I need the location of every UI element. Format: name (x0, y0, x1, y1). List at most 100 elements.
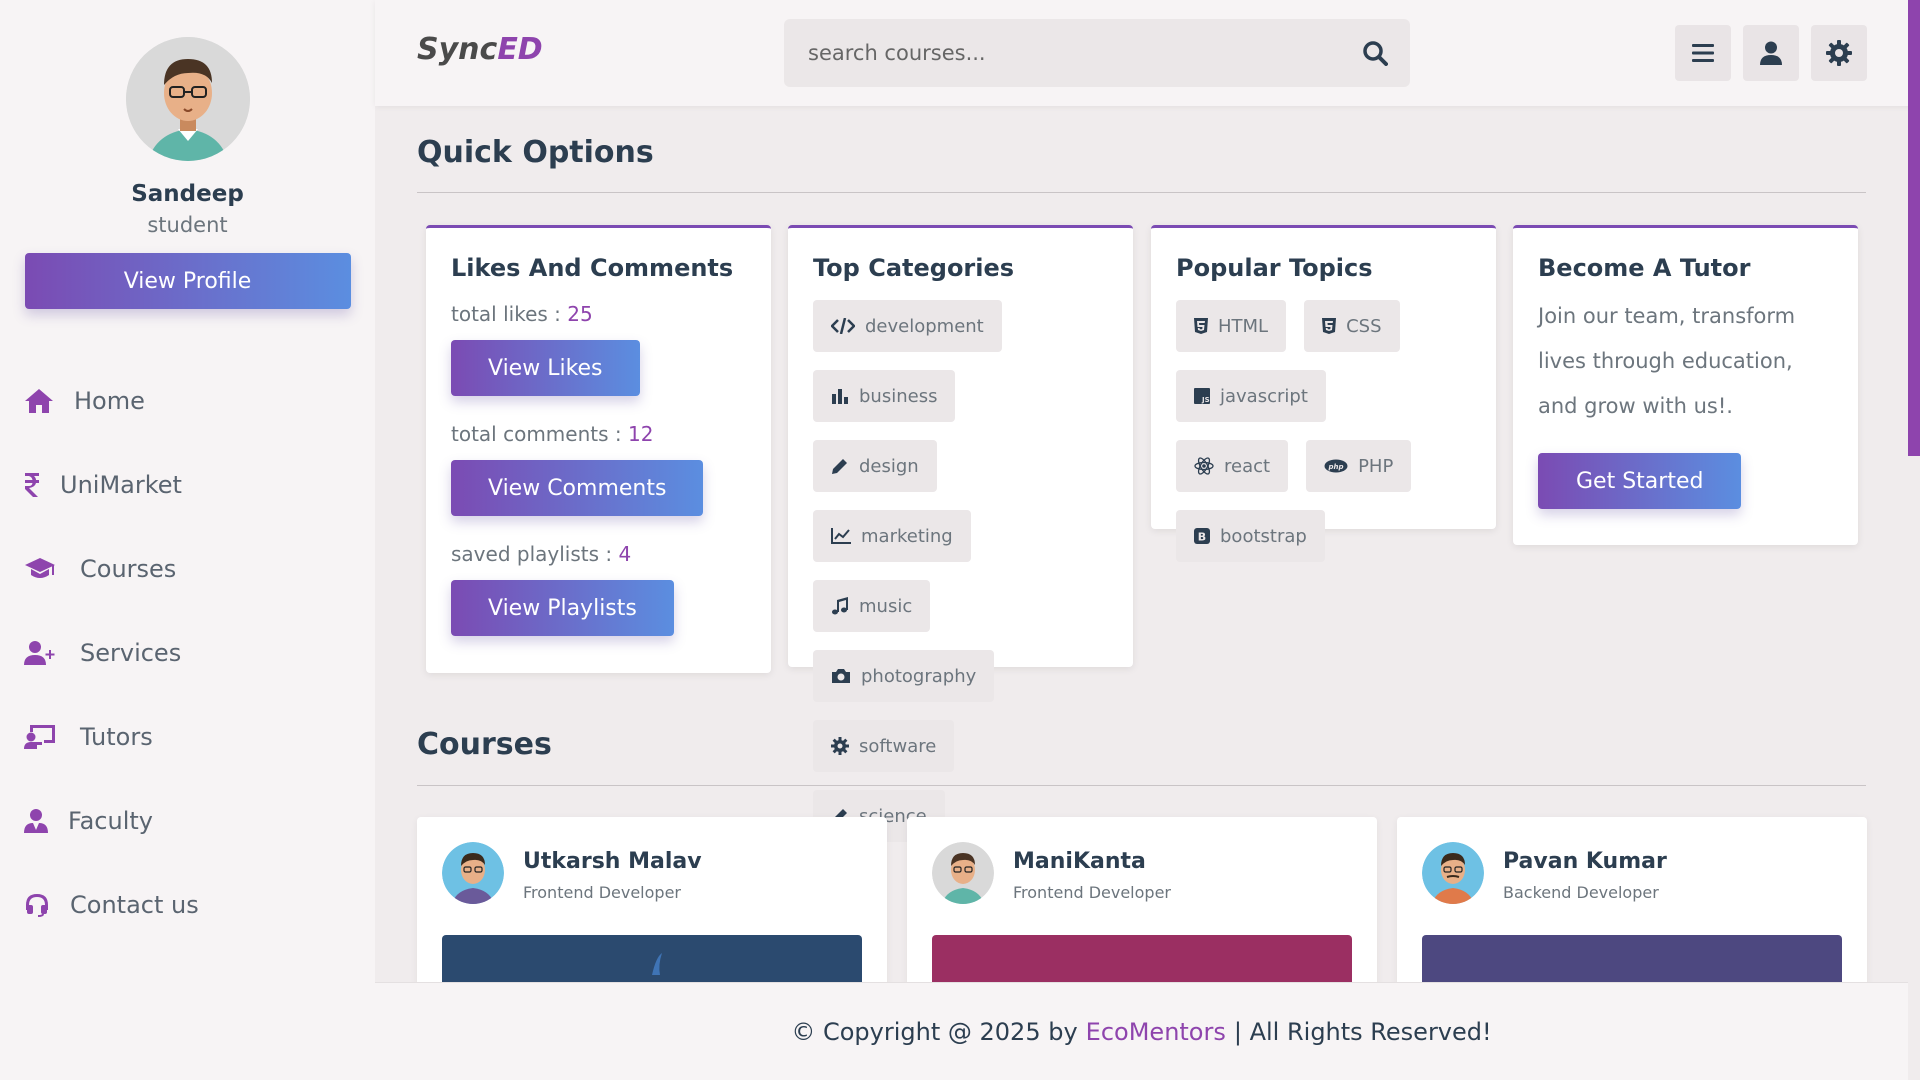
category-development[interactable]: development (813, 300, 1002, 352)
category-tags: development business design marketing mu… (813, 300, 1108, 860)
get-started-button[interactable]: Get Started (1538, 453, 1742, 509)
tutor-name: ManiKanta (1013, 849, 1146, 874)
sidebar-item-label: Courses (80, 555, 177, 583)
tutor-avatar (442, 842, 504, 904)
sidebar-item-label: Faculty (68, 807, 153, 835)
pencil-icon (832, 459, 847, 474)
sidebar-item-services[interactable]: Services (24, 611, 375, 695)
search-icon (1363, 41, 1388, 66)
sidebar-item-contact[interactable]: Contact us (24, 863, 375, 947)
footer-copyright: © Copyright @ 2025 by (791, 1017, 1078, 1046)
view-playlists-button[interactable]: View Playlists (451, 580, 674, 636)
comments-stat: total comments : 12 (451, 422, 654, 446)
chart-bar-icon (832, 389, 848, 404)
tutor-name: Pavan Kumar (1503, 849, 1667, 874)
section-divider (417, 785, 1866, 786)
user-icon (1760, 41, 1782, 65)
user-button[interactable] (1743, 25, 1799, 81)
likes-comments-card: Likes And Comments total likes : 25 View… (426, 225, 771, 673)
topic-css[interactable]: CSS (1304, 300, 1400, 352)
view-profile-button[interactable]: View Profile (24, 253, 351, 309)
card-title: Popular Topics (1176, 254, 1373, 282)
sidebar-item-label: Tutors (80, 723, 153, 751)
topic-tags: HTML CSS JS javascript react php PHP B b… (1176, 300, 1471, 580)
settings-button[interactable] (1811, 25, 1867, 81)
tutor-description: Join our team, transform lives through e… (1538, 304, 1796, 418)
category-marketing[interactable]: marketing (813, 510, 971, 562)
likes-stat: total likes : 25 (451, 302, 593, 326)
headset-icon (24, 890, 56, 920)
menu-button[interactable] (1675, 25, 1731, 81)
bootstrap-icon: B (1194, 528, 1210, 544)
sidebar-item-tutors[interactable]: Tutors (24, 695, 375, 779)
php-icon: php (1324, 459, 1348, 473)
sidebar-item-home[interactable]: Home (24, 359, 375, 443)
sidebar-nav: Home UniMarket Courses Services Tutors F… (0, 359, 375, 947)
playlists-stat: saved playlists : 4 (451, 542, 632, 566)
javascript-icon: JS (1194, 388, 1210, 404)
card-title: Become A Tutor (1538, 254, 1751, 282)
category-music[interactable]: music (813, 580, 931, 632)
category-design[interactable]: design (813, 440, 937, 492)
user-plus-icon (24, 638, 66, 668)
sidebar-item-label: Services (80, 639, 182, 667)
user-tie-icon (24, 806, 54, 836)
sidebar-item-courses[interactable]: Courses (24, 527, 375, 611)
quick-options-title: Quick Options (417, 135, 654, 170)
footer-rights: | All Rights Reserved! (1233, 1017, 1492, 1046)
tutor-role: Backend Developer (1503, 883, 1659, 902)
tutor-avatar (1422, 842, 1484, 904)
card-title: Likes And Comments (451, 254, 734, 282)
sidebar-item-label: Home (74, 387, 145, 415)
camera-icon (832, 669, 850, 683)
topic-php[interactable]: php PHP (1306, 440, 1412, 492)
courses-title: Courses (417, 727, 552, 762)
graduation-cap-icon (24, 554, 66, 584)
search-bar (784, 19, 1410, 87)
scrollbar-thumb[interactable] (1908, 0, 1920, 456)
sidebar: Sandeep student View Profile Home UniMar… (0, 0, 375, 1080)
top-categories-card: Top Categories development business desi… (788, 225, 1133, 842)
footer-brand-link[interactable]: EcoMentors (1086, 1018, 1226, 1046)
html5-icon (1194, 318, 1208, 334)
tutor-role: Frontend Developer (1013, 883, 1171, 902)
category-software[interactable]: software (813, 720, 955, 772)
css3-icon (1322, 318, 1337, 334)
svg-text:B: B (1198, 531, 1206, 544)
code-icon (831, 318, 855, 334)
gear-icon (831, 737, 849, 755)
line-chart-icon (831, 528, 851, 544)
sidebar-item-label: Contact us (70, 891, 199, 919)
tutor-avatar (932, 842, 994, 904)
rupee-icon (24, 470, 46, 500)
tutor-role: Frontend Developer (523, 883, 681, 902)
sidebar-item-label: UniMarket (60, 471, 182, 499)
topic-react[interactable]: react (1176, 440, 1289, 492)
category-photography[interactable]: photography (813, 650, 995, 702)
search-button[interactable] (1340, 19, 1410, 87)
topic-javascript[interactable]: JS javascript (1176, 370, 1326, 422)
react-icon (1194, 457, 1214, 475)
sidebar-item-faculty[interactable]: Faculty (24, 779, 375, 863)
app-logo[interactable]: SyncED (417, 32, 543, 67)
settings-icon (1826, 40, 1852, 66)
card-title: Top Categories (813, 254, 1015, 282)
topic-html[interactable]: HTML (1176, 300, 1287, 352)
profile-role: student (147, 213, 228, 237)
profile-section: Sandeep student View Profile (0, 0, 375, 309)
category-business[interactable]: business (813, 370, 956, 422)
tutor-name: Utkarsh Malav (523, 849, 702, 874)
svg-text:JS: JS (1201, 396, 1210, 404)
topic-bootstrap[interactable]: B bootstrap (1176, 510, 1325, 562)
user-avatar (125, 37, 250, 161)
menu-icon (1692, 44, 1714, 62)
view-likes-button[interactable]: View Likes (451, 340, 640, 396)
become-tutor-card: Become A Tutor Join our team, transform … (1513, 225, 1858, 545)
music-icon (832, 597, 848, 615)
view-comments-button[interactable]: View Comments (451, 460, 704, 516)
section-divider (417, 192, 1866, 193)
chalkboard-teacher-icon (24, 722, 66, 752)
sidebar-item-unimarket[interactable]: UniMarket (24, 443, 375, 527)
search-input[interactable] (784, 19, 1340, 87)
home-icon (24, 386, 60, 416)
